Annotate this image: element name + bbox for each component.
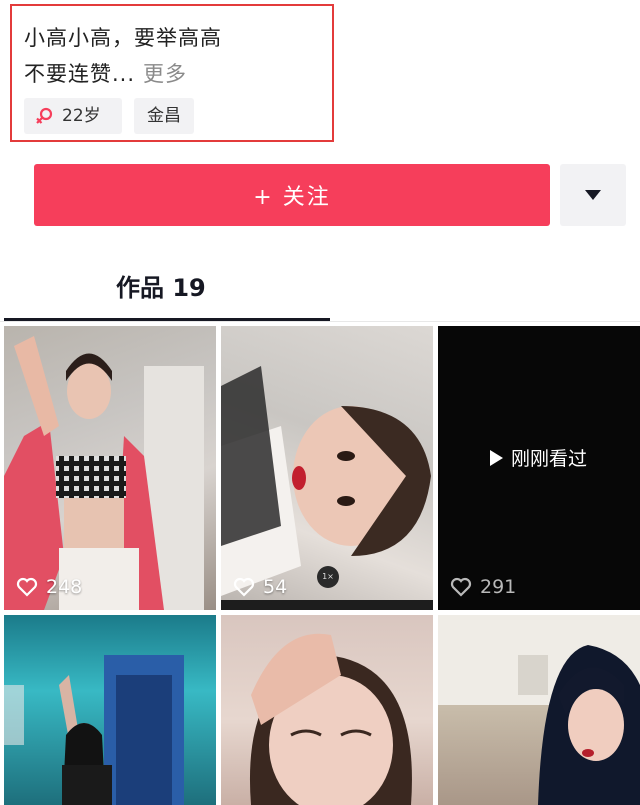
age-tag: 22岁 xyxy=(24,98,122,134)
video-2-likes: 54 xyxy=(233,576,287,598)
bio-text-line2-content: 不要连赞... xyxy=(24,62,136,86)
video-3-likes-count: 291 xyxy=(480,576,517,598)
video-1-image xyxy=(4,336,204,610)
bio-text-line1: 小高小高，要举高高 xyxy=(24,26,222,50)
video-thumbnail-6[interactable] xyxy=(438,615,640,805)
video-thumbnail-2[interactable]: 1× 54 xyxy=(221,326,433,610)
video-6-image xyxy=(438,615,640,805)
video-thumbnail-5[interactable] xyxy=(221,615,433,805)
tab-divider xyxy=(0,321,640,322)
heart-icon xyxy=(450,577,472,597)
recently-viewed-overlay: 刚刚看过 xyxy=(490,444,587,471)
video-4-image xyxy=(4,655,184,805)
recently-viewed-label: 刚刚看过 xyxy=(511,448,588,470)
video-1-likes-count: 248 xyxy=(46,576,83,598)
chevron-down-icon xyxy=(585,190,601,200)
video-2-toolbar-strip xyxy=(221,600,433,610)
age-tag-label: 22岁 xyxy=(62,106,101,126)
video-1-likes: 248 xyxy=(16,576,82,598)
video-thumbnail-3[interactable]: 刚刚看过 291 xyxy=(438,326,640,610)
more-options-button[interactable] xyxy=(560,164,626,226)
play-icon xyxy=(490,449,503,466)
video-thumbnail-4[interactable] xyxy=(4,615,216,805)
video-thumbnail-1[interactable]: 248 xyxy=(4,326,216,610)
location-tag: 金昌 xyxy=(134,98,194,134)
female-icon xyxy=(36,107,53,124)
video-2-likes-count: 54 xyxy=(263,576,288,598)
heart-icon xyxy=(16,577,38,597)
heart-icon xyxy=(233,577,255,597)
follow-button[interactable]: + 关注 xyxy=(34,164,550,226)
video-5-image xyxy=(249,633,412,805)
video-3-likes: 291 xyxy=(450,576,516,598)
tab-works[interactable]: 作品 19 xyxy=(116,268,206,303)
bio-more-link[interactable]: 更多 xyxy=(143,62,187,86)
speed-badge: 1× xyxy=(317,566,339,588)
bio-text-line2: 不要连赞... 更多 xyxy=(24,58,187,88)
